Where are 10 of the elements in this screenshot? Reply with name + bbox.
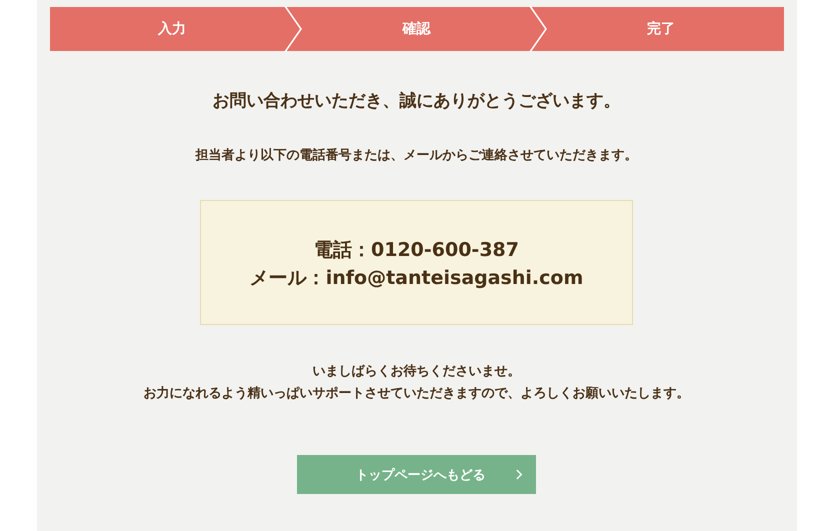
closing-message: いましばらくお待ちくださいませ。 bbox=[312, 363, 520, 381]
chevron-right-icon bbox=[516, 469, 523, 480]
chevron-divider-icon bbox=[284, 6, 304, 52]
thank-you-heading: お問い合わせいただき、誠にありがとうございます。 bbox=[212, 90, 620, 112]
chevron-divider-icon bbox=[528, 6, 549, 52]
contact-notice: 担当者より以下の電話番号または、メールからご連絡させていただきます。 bbox=[196, 147, 638, 164]
back-to-top-button[interactable]: トップページへもどる bbox=[297, 455, 536, 494]
closing-message: お力になれるよう精いっぱいサポートさせていただきますので、よろしくお願いいたします。 bbox=[144, 385, 690, 403]
contact-info: メール：info@tanteisagashi.com bbox=[250, 266, 584, 290]
contact-info: 電話：0120-600-387 bbox=[314, 238, 519, 262]
